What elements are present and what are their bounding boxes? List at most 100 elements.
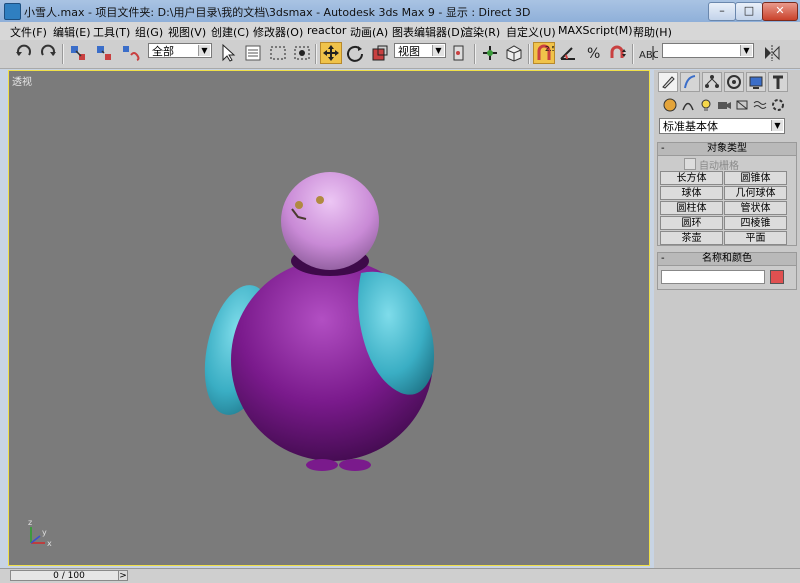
axis-tripod: z x y [28, 518, 52, 548]
object-color-swatch[interactable] [770, 270, 784, 284]
left-eye [295, 201, 303, 209]
perspective-viewport[interactable]: 透视 z x y [8, 70, 650, 566]
collapse-icon: - [661, 253, 665, 264]
select-and-rotate-icon[interactable] [345, 43, 365, 63]
reference-coordinate-value: 视图 [398, 45, 420, 58]
toolbar-separator [62, 44, 64, 64]
snap-value: 2.5 [545, 45, 554, 53]
sphere-button[interactable]: 球体 [660, 186, 723, 200]
bind-to-space-warp-icon[interactable] [120, 43, 140, 63]
create-category-icons [658, 97, 798, 115]
plane-button[interactable]: 平面 [724, 231, 787, 245]
next-frame-button[interactable]: > [118, 570, 128, 581]
geosphere-button[interactable]: 几何球体 [724, 186, 787, 200]
angle-snap-toggle-icon[interactable] [558, 43, 578, 63]
display-tab-icon[interactable] [746, 72, 766, 92]
reference-coordinate-dropdown[interactable]: 视图 ▼ [394, 43, 446, 58]
spinner-snap-toggle-icon[interactable] [608, 43, 628, 63]
menu-help[interactable]: 帮助(H) [633, 24, 672, 40]
mirror-icon[interactable] [762, 43, 782, 63]
undo-icon[interactable] [14, 43, 34, 63]
cameras-icon[interactable] [716, 97, 732, 113]
menu-reactor[interactable]: reactor [307, 24, 346, 37]
command-panel-tabs [656, 72, 798, 94]
command-panel: 标准基本体 ▼ - 对象类型 自动栅格 长方体 圆锥体 球体 几何球体 圆柱体 管状… [654, 70, 800, 568]
select-by-name-icon[interactable] [244, 43, 264, 63]
right-foot[interactable] [339, 459, 371, 471]
menu-rendering[interactable]: 渲染(R) [462, 24, 500, 40]
chevron-down-icon: ▼ [432, 45, 444, 56]
axis-label-y: y [42, 528, 47, 537]
snowman-head[interactable] [281, 172, 379, 270]
edit-named-selection-icon[interactable]: ABC [638, 43, 660, 63]
menu-maxscript[interactable]: MAXScript(M) [558, 24, 633, 37]
pyramid-button[interactable]: 四棱锥 [724, 216, 787, 230]
select-and-manipulate-icon[interactable] [480, 43, 500, 63]
shapes-icon[interactable] [680, 97, 696, 113]
chevron-down-icon: ▼ [771, 120, 783, 131]
motion-tab-icon[interactable] [724, 72, 744, 92]
hierarchy-tab-icon[interactable] [702, 72, 722, 92]
redo-icon[interactable] [38, 43, 58, 63]
menu-modifiers[interactable]: 修改器(O) [253, 24, 303, 40]
space-warps-icon[interactable] [752, 97, 768, 113]
menu-customize[interactable]: 自定义(U) [506, 24, 556, 40]
maximize-button[interactable]: □ [735, 2, 763, 21]
select-and-link-icon[interactable] [68, 43, 88, 63]
menu-views[interactable]: 视图(V) [168, 24, 206, 40]
chevron-down-icon: ▼ [198, 45, 210, 56]
menu-tools[interactable]: 工具(T) [93, 24, 130, 40]
autogrid-checkbox[interactable] [684, 158, 696, 170]
select-and-move-icon[interactable] [320, 42, 342, 64]
time-slider[interactable]: 0 / 100 [10, 570, 128, 581]
axis-label-x: x [47, 539, 52, 548]
unlink-selection-icon[interactable] [94, 43, 114, 63]
helpers-icon[interactable] [734, 97, 750, 113]
window-crossing-icon[interactable] [292, 43, 312, 63]
lights-icon[interactable] [698, 97, 714, 113]
object-category-value: 标准基本体 [663, 120, 718, 133]
named-selection-dropdown[interactable]: ▼ [662, 43, 754, 58]
app-icon[interactable] [4, 3, 21, 20]
svg-text:ABC: ABC [639, 50, 658, 61]
collapse-icon: - [661, 143, 665, 154]
menu-file[interactable]: 文件(F) [10, 24, 47, 40]
object-name-input[interactable] [661, 270, 765, 284]
selection-filter-value: 全部 [152, 45, 174, 58]
object-type-title: 对象类型 [707, 143, 747, 154]
teapot-button[interactable]: 茶壶 [660, 231, 723, 245]
menu-group[interactable]: 组(G) [135, 24, 163, 40]
snaps-toggle-icon[interactable]: 2.5 [533, 42, 556, 64]
close-button[interactable]: ✕ [762, 2, 798, 21]
snowman-scene[interactable]: z x y [9, 71, 649, 565]
box-button[interactable]: 长方体 [660, 171, 723, 185]
selection-filter-dropdown[interactable]: 全部 ▼ [148, 43, 212, 58]
select-object-icon[interactable] [218, 43, 238, 63]
tube-button[interactable]: 管状体 [724, 201, 787, 215]
cone-button[interactable]: 圆锥体 [724, 171, 787, 185]
utilities-tab-icon[interactable] [768, 72, 788, 92]
geometry-icon[interactable] [662, 97, 678, 113]
name-and-color-header[interactable]: - 名称和颜色 [658, 253, 796, 266]
create-tab-icon[interactable] [658, 72, 678, 92]
modify-tab-icon[interactable] [680, 72, 700, 92]
cylinder-button[interactable]: 圆柱体 [660, 201, 723, 215]
title-bar: 小雪人.max - 项目文件夹: D:\用户目录\我的文档\3dsmax - A… [0, 0, 800, 22]
percent-snap-toggle-icon[interactable]: % [584, 43, 604, 63]
menu-edit[interactable]: 编辑(E) [53, 24, 91, 40]
name-and-color-title: 名称和颜色 [702, 253, 752, 264]
torus-button[interactable]: 圆环 [660, 216, 723, 230]
use-pivot-center-icon[interactable] [450, 43, 470, 63]
object-type-header[interactable]: - 对象类型 [658, 143, 796, 156]
axis-label-z: z [28, 518, 32, 527]
menu-create[interactable]: 创建(C) [211, 24, 249, 40]
left-foot[interactable] [306, 459, 338, 471]
keyboard-shortcut-override-icon[interactable] [504, 43, 524, 63]
object-category-dropdown[interactable]: 标准基本体 ▼ [659, 118, 785, 134]
select-and-scale-icon[interactable] [370, 43, 390, 63]
minimize-button[interactable]: – [708, 2, 736, 21]
menu-animation[interactable]: 动画(A) [350, 24, 388, 40]
systems-icon[interactable] [770, 97, 786, 113]
menu-graph-editors[interactable]: 图表编辑器(D) [392, 24, 464, 40]
rectangular-selection-icon[interactable] [268, 43, 288, 63]
